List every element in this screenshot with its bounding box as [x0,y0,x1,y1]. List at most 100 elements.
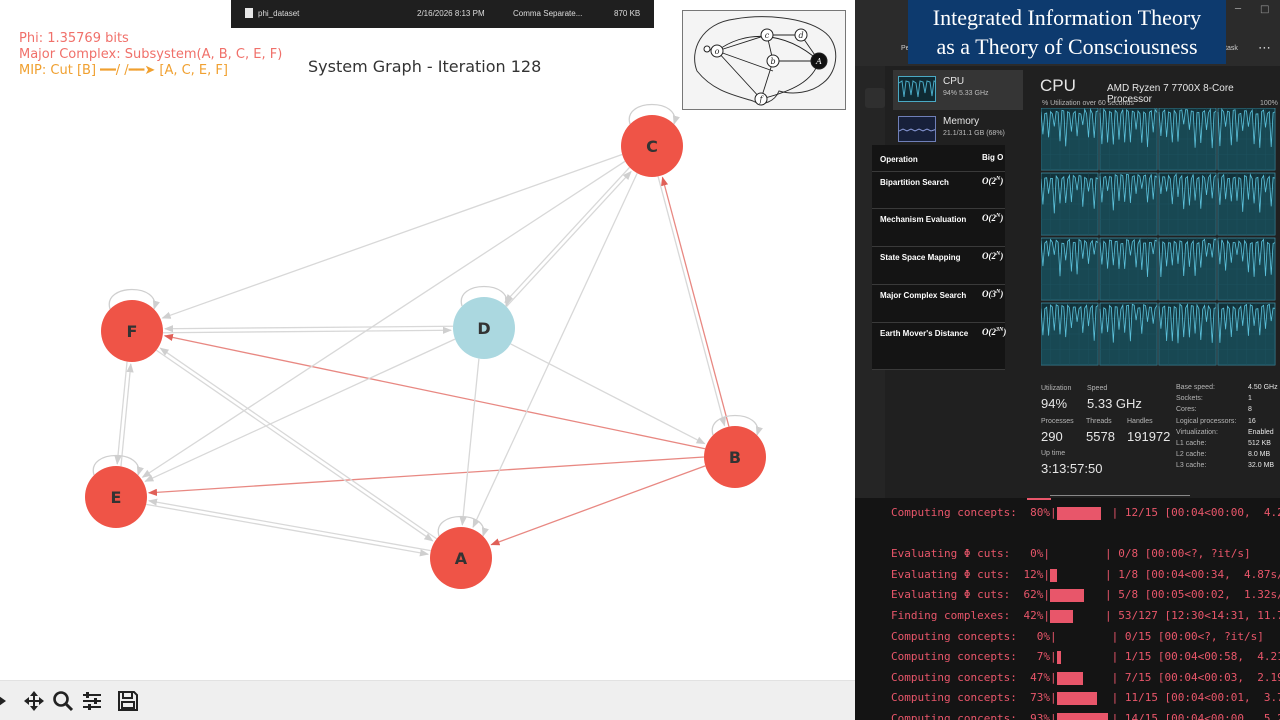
terminal-progress-stats: | 1/15 [00:04<00:58, 4.21s/it] [1111,650,1280,664]
perf-item-memory[interactable]: Memory 21.1/31.1 GB (68%) [893,110,1023,150]
terminal-line: Computing concepts: 80%| | 12/15 [00:04<0… [891,506,1280,521]
cpu-core-graph [1041,108,1099,171]
complexity-row: Mechanism Evaluation O(2N) [872,209,1005,247]
terminal-progress-bar [1050,548,1105,562]
graph-edge-C-D [504,166,630,304]
terminal-progress-stats: | 0/8 [00:00<?, ?it/s] [1104,547,1251,561]
terminal-progress-label: Computing concepts: 73%| [891,691,1057,705]
terminal-progress-label: Evaluating Φ cuts: 12%| [891,567,1050,581]
terminal-progress-bar [1056,651,1112,665]
graph-node-D[interactable]: D [453,297,515,359]
brain-diagram: oc db fA [694,16,837,106]
spec-key: Virtualization: [1176,428,1218,436]
svg-text:c: c [765,31,770,40]
complexity-operation: State Space Mapping [880,253,961,262]
complexity-big-o: O(2N) [982,213,1004,223]
graph-node-F[interactable]: F [101,300,163,362]
graph-edge-C-E [141,160,626,478]
complexity-operation: Bipartition Search [880,178,949,187]
zoom-icon[interactable] [51,689,75,713]
utilization-value: 94% [1041,396,1068,411]
back-arrow-icon[interactable] [0,689,10,713]
terminal-progress-bar [1049,568,1105,583]
spec-value: Enabled [1248,428,1274,436]
banner-line-2: as a Theory of Consciousness [936,34,1198,59]
spec-value: 1 [1248,395,1252,403]
terminal-scroll-remnant [1027,498,1051,500]
threads-label: Threads [1086,418,1112,425]
terminal-line: Evaluating Φ cuts: 0%| | 0/8 [00:00<?, ?i… [891,547,1251,562]
major-complex-text: Major Complex: Subsystem(A, B, C, E, F) [19,47,283,62]
file-explorer-row[interactable]: phi_dataset 2/16/2026 8:13 PM Comma Sepa… [231,0,654,28]
more-options-icon[interactable]: ⋯ [1258,41,1271,56]
svg-text:o: o [715,47,720,56]
spec-key: Sockets: [1176,395,1203,403]
terminal-progress-stats: | 0/15 [00:00<?, ?it/s] [1111,629,1264,643]
graph-node-E[interactable]: E [85,466,147,528]
graph-node-A[interactable]: A [430,527,492,589]
graph-node-label-C: C [646,137,658,156]
cpu-core-graph [1099,172,1158,236]
cpu-core-graph [1099,302,1158,366]
graph-node-B[interactable]: B [704,426,766,488]
terminal-progress-bar [1049,589,1105,603]
spec-value: 32.0 MB [1248,462,1275,470]
complexity-row: Bipartition Search O(2N) [872,172,1005,209]
cpu-core-graph [1099,108,1158,171]
complexity-big-o: O(2N) [982,251,1004,261]
save-icon[interactable] [116,689,140,713]
threads-value: 5578 [1086,429,1115,444]
cpu-core-graph [1041,172,1099,236]
graph-edge-A-E [147,498,431,552]
graph-edge-E-A [146,503,430,557]
terminal-line: Evaluating Φ cuts: 62%| | 5/8 [00:05<00:0… [891,588,1280,603]
terminal-progress-stats: | 11/15 [00:04<00:01, 3.76it/s] [1111,691,1280,705]
graph-node-label-A: A [455,549,468,568]
terminal-output: Computing concepts: 80%| | 12/15 [00:04<0… [855,495,1280,720]
sidebar-nav-icon[interactable] [865,88,885,108]
graph-edge-B-C [661,176,730,427]
spec-value: 16 [1248,417,1256,425]
utilization-graph-max: 100% [1260,100,1278,107]
memory-mini-graph [898,116,936,142]
book-title-banner: Integrated Information Theory as a Theor… [908,0,1226,64]
terminal-line: Evaluating Φ cuts: 12%| | 1/8 [00:04<00:3… [891,568,1280,583]
cpu-core-graph [1158,172,1217,236]
pan-icon[interactable] [22,689,46,713]
complexity-big-o: O(23N) [982,327,1007,337]
cpu-core-graph [1158,108,1217,171]
terminal-line: Finding complexes: 42%| | 53/127 [12:30<1… [891,609,1280,624]
uptime-value: 3:13:57:50 [1041,461,1103,476]
spec-key: L2 cache: [1176,451,1207,459]
processes-label: Processes [1041,418,1074,425]
cpu-mini-graph [898,76,936,102]
mip-text: MIP: Cut [B] ━━/ /━━➤ [A, C, E, F] [19,63,228,78]
terminal-line: Computing concepts: 7%| | 1/15 [00:04<00:… [891,650,1280,665]
minimize-icon[interactable]: ─ [1235,4,1241,15]
terminal-progress-bar [1056,713,1112,720]
spec-key: L1 cache: [1176,440,1207,447]
maximize-icon[interactable]: □ [1260,4,1269,15]
speed-value: 5.33 GHz [1087,396,1142,411]
spec-value: 8.0 MB [1248,451,1271,459]
terminal-progress-label: Computing concepts: 7%| [891,650,1057,664]
graph-node-C[interactable]: C [621,115,683,177]
plot-window: A B C D E F Phi: 1.35769 bits Major Complex: … [0,0,855,720]
graph-node-label-F: F [127,322,138,341]
plot-title: System Graph - Iteration 128 [308,57,542,76]
graph-edge-B-A [490,465,706,546]
terminal-progress-stats: | 53/127 [12:30<14:31, 11.78s/it] [1104,609,1280,622]
terminal-progress-label: Evaluating Φ cuts: 62%| [891,588,1050,602]
configure-icon[interactable] [80,689,104,713]
run-task-partial[interactable]: task [1225,45,1238,52]
terminal-progress-stats: | 12/15 [00:04<00:00, 4.22it/s] [1111,506,1280,519]
perf-item-cpu[interactable]: CPU 94% 5.33 GHz [893,70,1023,110]
handles-value: 191972 [1127,429,1171,444]
graph-edge-C-F [161,153,623,319]
processes-value: 290 [1041,429,1063,444]
plot-toolbar [0,680,855,720]
complexity-big-o: O(3N) [982,289,1004,299]
complexity-operation: Earth Mover's Distance [880,329,969,338]
terminal-progress-bar [1057,631,1112,645]
terminal-progress-bar [1056,507,1112,521]
